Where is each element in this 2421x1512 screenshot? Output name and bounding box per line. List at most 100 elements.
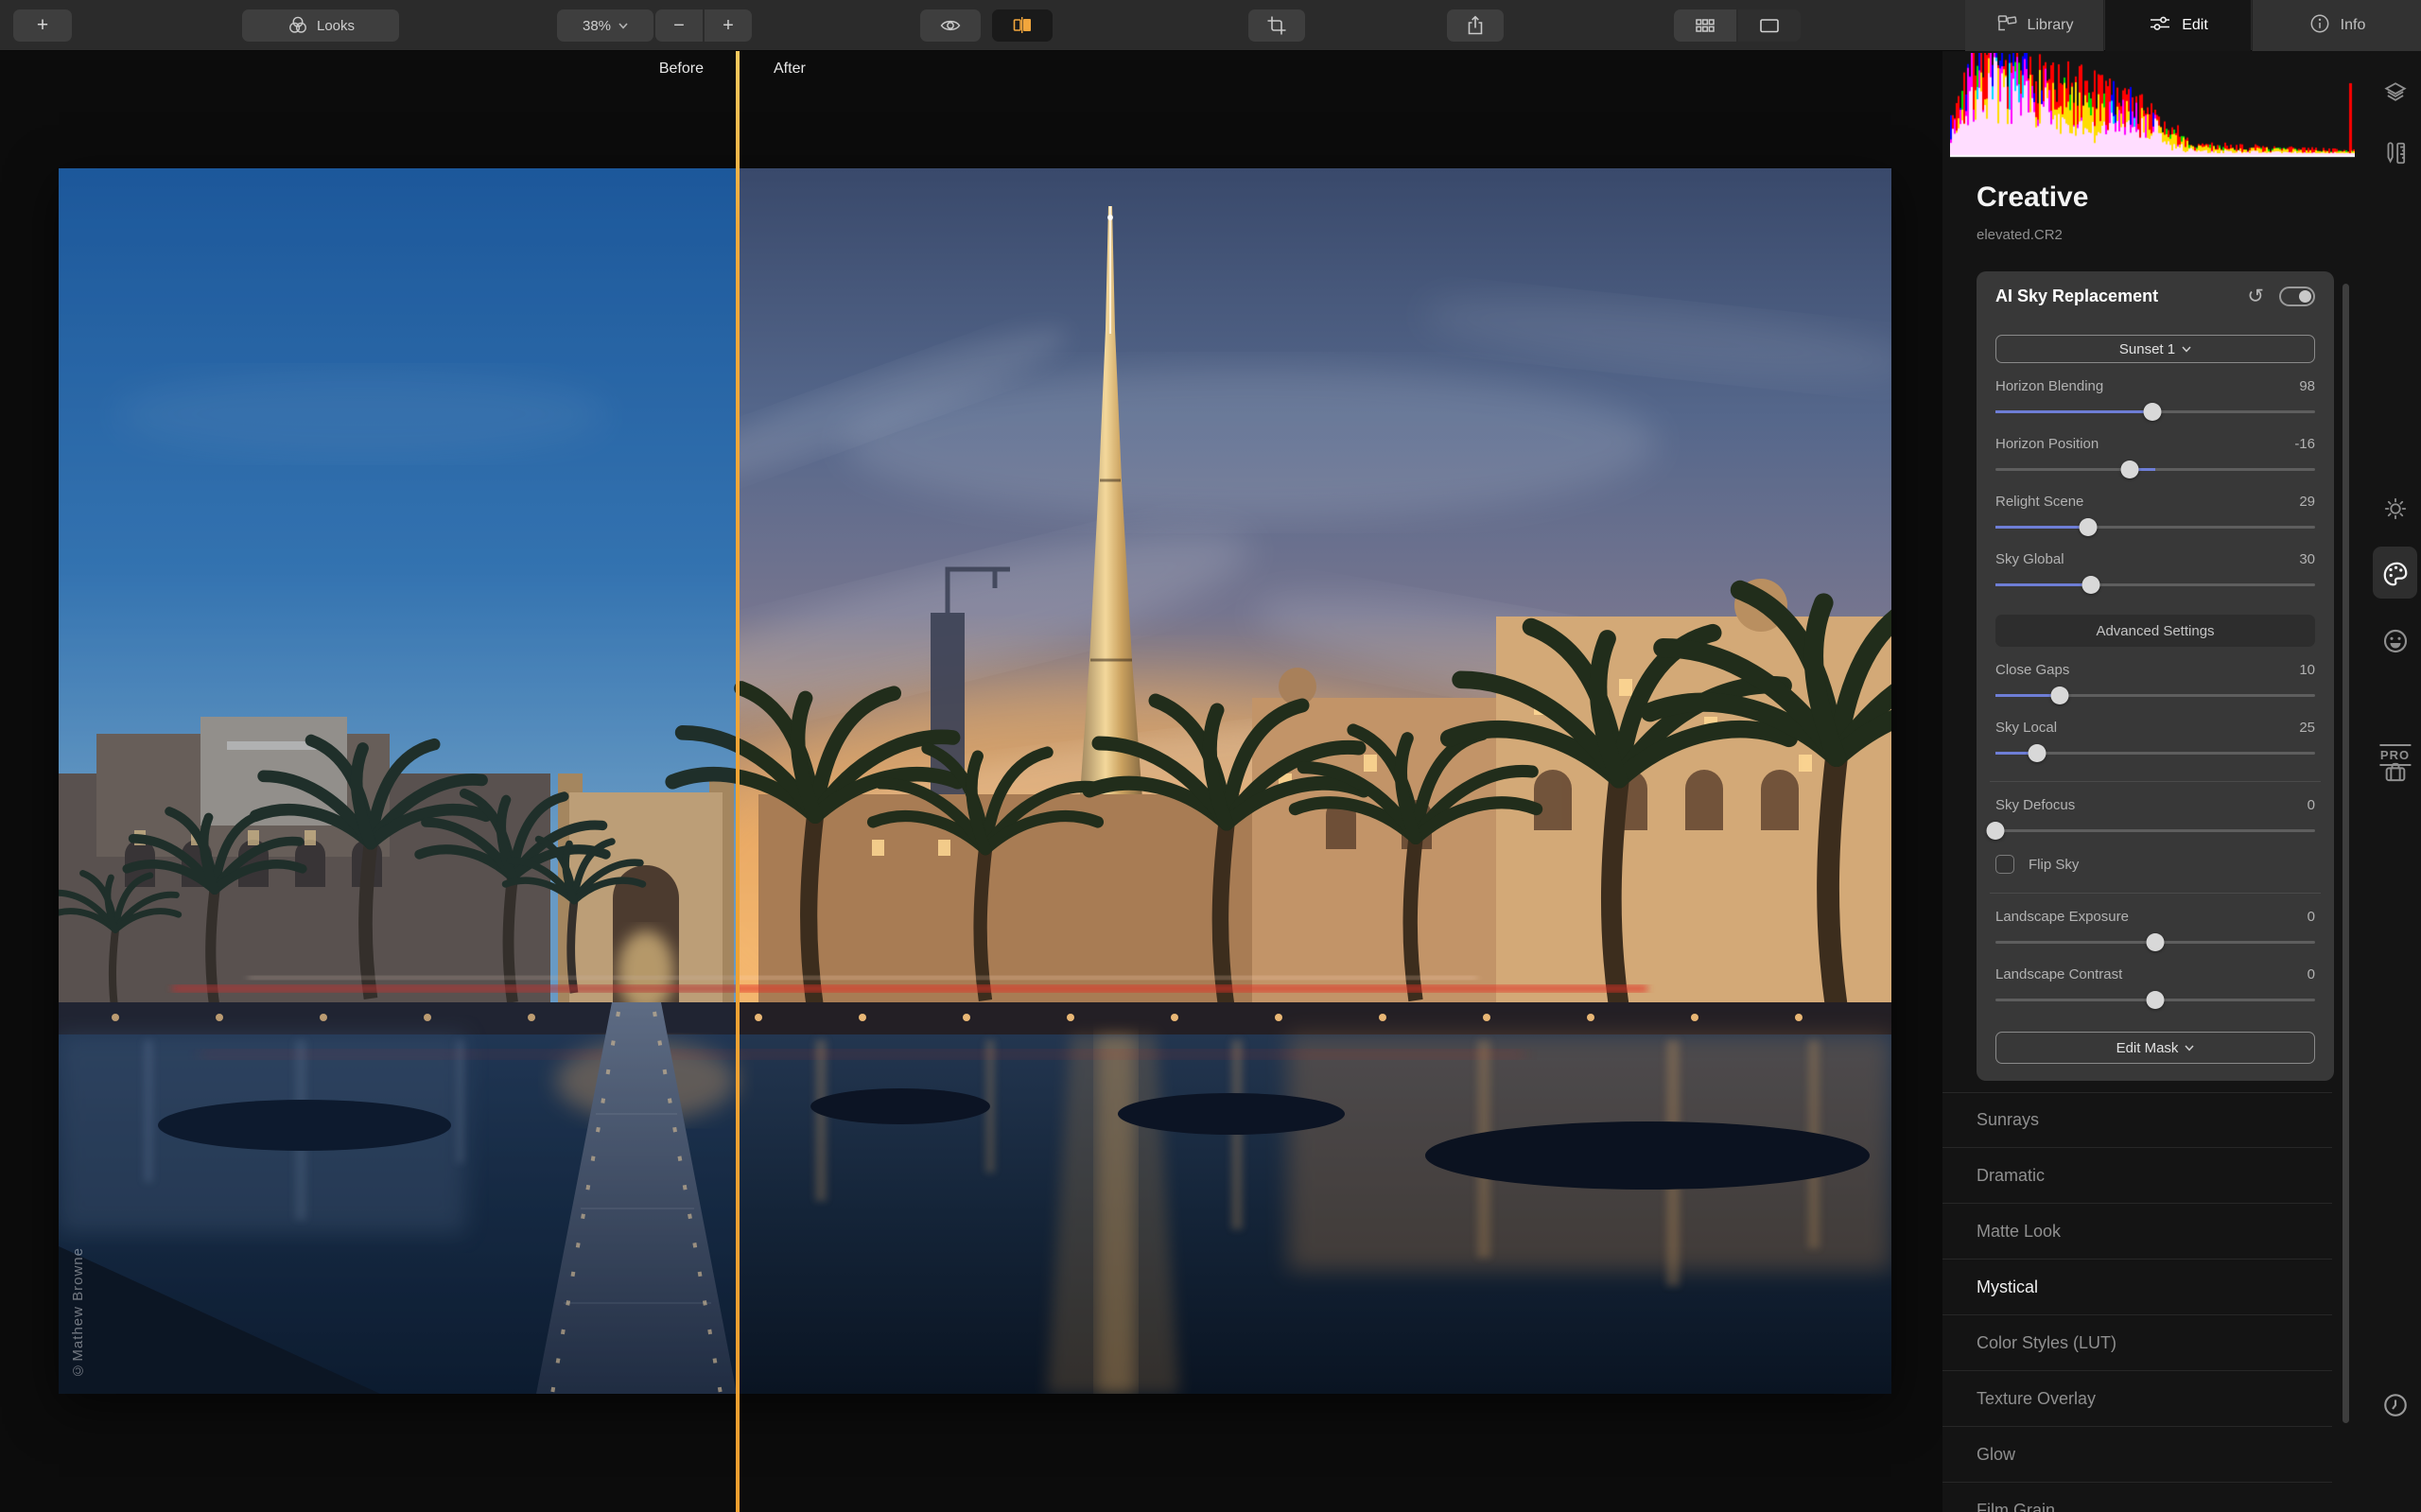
portrait-face-icon[interactable] [2381,627,2410,655]
single-image-view-button[interactable] [1738,9,1801,42]
compare-split-icon [1011,14,1034,37]
tab-edit[interactable]: Edit [2105,0,2251,51]
slider-landscape-exposure: Landscape Exposure 0 [1995,909,2315,951]
info-icon [2308,12,2331,40]
panel-scroll-area: Creative elevated.CR2 AI Sky Replacement… [1942,163,2369,1512]
slider-handle[interactable] [1986,822,2005,840]
gallery-grid-view-button[interactable] [1674,9,1736,42]
reset-tool-icon[interactable]: ↺ [2247,287,2264,306]
slider-track[interactable] [1995,991,2315,1009]
flip-sky-label: Flip Sky [2029,856,2080,873]
slider-track[interactable] [1986,822,2315,840]
canvas-tools-icon[interactable] [2382,140,2409,166]
plus-icon: + [723,14,734,36]
section-texture-overlay[interactable]: Texture Overlay [1942,1371,2332,1427]
slider-track[interactable] [1995,576,2315,594]
card-divider [1990,781,2321,782]
looks-button[interactable]: Looks [242,9,399,42]
before-after-compare-button[interactable] [992,9,1053,42]
looks-label: Looks [316,17,356,34]
tab-label: Library [2027,17,2074,33]
sky-preset-dropdown[interactable]: Sunset 1 [1995,335,2315,363]
slider-value: 0 [2307,966,2315,982]
slider-handle[interactable] [2028,744,2047,762]
slider-track[interactable] [1995,933,2315,951]
panel-title: Creative [1977,182,2089,213]
layers-icon[interactable] [2383,80,2408,105]
before-label: Before [658,61,704,77]
share-icon [1464,14,1487,37]
history-clock-icon[interactable] [2381,1391,2410,1419]
looks-venn-icon [287,14,309,37]
section-mystical[interactable]: Mystical [1942,1260,2332,1315]
eye-icon [939,14,962,37]
slider-label: Sky Global [1995,551,2064,567]
flip-sky-checkbox[interactable] [1995,855,2014,874]
export-share-button[interactable] [1447,9,1504,42]
slider-handle[interactable] [2081,576,2100,594]
edit-mask-label: Edit Mask [2116,1039,2179,1056]
before-after-divider[interactable] [736,51,740,1512]
section-film-grain[interactable]: Film Grain [1942,1483,2332,1512]
essentials-sun-icon[interactable] [2382,495,2409,522]
slider-handle[interactable] [2146,991,2165,1009]
professional-bag-icon[interactable] [2382,759,2409,786]
tool-enabled-toggle[interactable] [2279,287,2315,306]
slider-handle[interactable] [2050,686,2069,704]
slider-label: Landscape Exposure [1995,909,2129,925]
slider-track[interactable] [1995,744,2315,762]
section-glow[interactable]: Glow [1942,1427,2332,1483]
slider-value: 30 [2299,551,2315,567]
advanced-settings-button[interactable]: Advanced Settings [1995,615,2315,647]
slider-label: Sky Local [1995,720,2058,736]
slider-label: Horizon Blending [1995,378,2104,394]
zoom-in-button[interactable]: + [705,9,752,42]
crop-icon [1265,14,1288,37]
slider-value: -16 [2294,436,2315,452]
single-view-icon [1757,14,1782,37]
panel-scrollbar[interactable] [2343,284,2349,1423]
slider-relight-scene: Relight Scene 29 [1995,494,2315,536]
flip-sky-row: Flip Sky [1995,855,2315,874]
top-toolbar: + Looks 38% − + Library Edit Info [0,0,2421,51]
quick-preview-button[interactable] [920,9,981,42]
edit-side-panel: Creative elevated.CR2 AI Sky Replacement… [1942,51,2421,1512]
toggle-knob [2299,289,2311,303]
tab-library[interactable]: Library [1965,0,2104,51]
slider-track[interactable] [1995,518,2315,536]
slider-close-gaps: Close Gaps 10 [1995,662,2315,704]
slider-label: Landscape Contrast [1995,966,2123,982]
after-label: After [774,61,806,77]
slider-handle[interactable] [2079,518,2098,536]
section-sunrays[interactable]: Sunrays [1942,1092,2332,1148]
section-color-styles-lut[interactable]: Color Styles (LUT) [1942,1315,2332,1371]
slider-handle[interactable] [2146,933,2165,951]
slider-horizon-position: Horizon Position -16 [1995,436,2315,478]
zoom-value: 38% [582,17,612,34]
creative-tools-list: Sunrays Dramatic Matte Look Mystical Col… [1942,1092,2369,1512]
slider-value: 29 [2299,494,2315,510]
grid-view-icon [1694,14,1716,37]
slider-track[interactable] [1995,403,2315,421]
slider-handle[interactable] [2120,461,2139,478]
edit-mask-button[interactable]: Edit Mask [1995,1032,2315,1064]
slider-horizon-blending: Horizon Blending 98 [1995,378,2315,421]
creative-palette-icon[interactable] [2381,560,2410,588]
minus-icon: − [673,14,685,36]
section-matte-look[interactable]: Matte Look [1942,1204,2332,1260]
zoom-out-button[interactable]: − [655,9,703,42]
zoom-level-dropdown[interactable]: 38% [557,9,653,42]
tab-label: Edit [2182,17,2208,33]
app-window: + Looks 38% − + Library Edit Info Before… [0,0,2421,1512]
tab-info[interactable]: Info [2252,0,2421,51]
sky-preset-value: Sunset 1 [2118,340,2176,357]
card-divider [1990,893,2321,894]
slider-handle[interactable] [2143,403,2162,421]
section-dramatic[interactable]: Dramatic [1942,1148,2332,1204]
crop-button[interactable] [1248,9,1305,42]
add-photos-button[interactable]: + [13,9,72,42]
slider-label: Close Gaps [1995,662,2070,678]
photographer-watermark: ©Mathew Browne [70,1247,86,1379]
slider-track[interactable] [1995,461,2315,478]
slider-track[interactable] [1995,686,2315,704]
